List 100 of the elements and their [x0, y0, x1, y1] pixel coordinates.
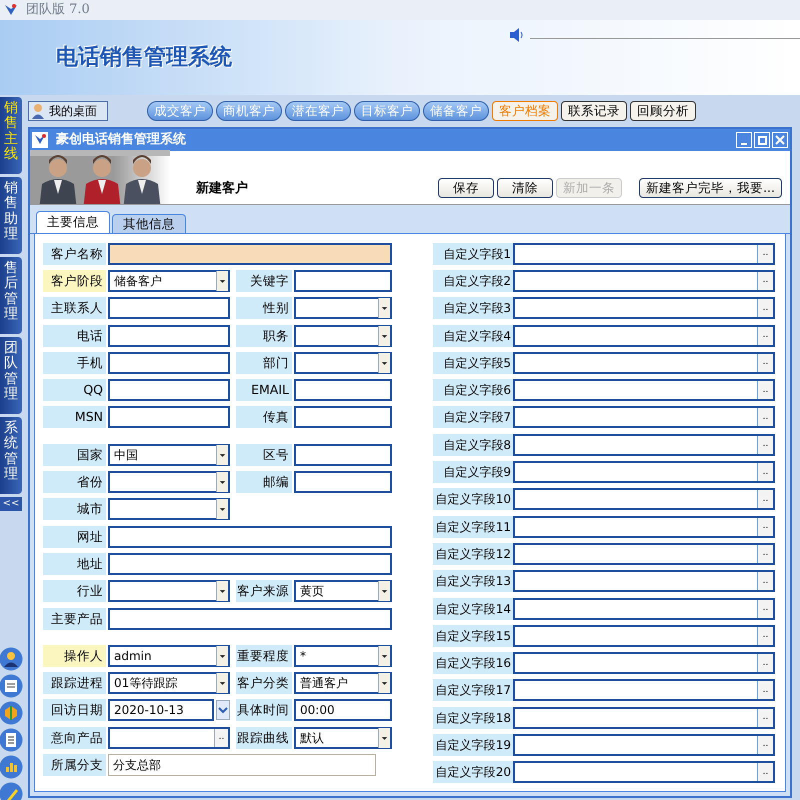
caret-icon[interactable] [216, 499, 228, 520]
document-icon[interactable] [0, 674, 23, 698]
browse-button[interactable]: .. [757, 626, 773, 645]
text-field[interactable]: .. [513, 461, 775, 484]
text-field[interactable]: .. [513, 624, 775, 647]
sidebar-tab[interactable]: 售后管理 [0, 257, 22, 334]
text-field[interactable]: .. [513, 406, 775, 428]
browse-button[interactable]: .. [757, 763, 773, 782]
browse-button[interactable]: .. [757, 381, 773, 400]
text-field[interactable]: .. [513, 488, 775, 510]
browse-button[interactable]: .. [757, 572, 773, 590]
browse-button[interactable]: .. [757, 681, 773, 700]
text-field[interactable]: .. [513, 270, 775, 292]
text-field[interactable]: .. [513, 706, 775, 729]
text-field[interactable]: .. [108, 726, 230, 749]
dropdown[interactable]: 储备客户 [108, 270, 230, 292]
browse-button[interactable]: .. [214, 728, 228, 747]
user-icon[interactable] [0, 647, 23, 671]
browse-button[interactable]: .. [757, 708, 773, 727]
dropdown[interactable]: 普通客户 [294, 672, 392, 694]
action-button[interactable]: 保存 [438, 178, 494, 198]
browse-button[interactable]: .. [757, 518, 773, 536]
text-field[interactable]: .. [513, 324, 775, 347]
text-field[interactable] [294, 471, 392, 494]
nav-tab[interactable]: 回顾分析 [630, 100, 696, 120]
dropdown[interactable]: * [294, 644, 392, 667]
caret-icon[interactable] [378, 581, 390, 602]
text-field[interactable] [108, 352, 230, 374]
text-field[interactable]: .. [513, 297, 775, 320]
text-field[interactable]: .. [513, 434, 775, 456]
text-field[interactable]: .. [513, 598, 775, 620]
dropdown[interactable] [294, 352, 392, 374]
date-field[interactable]: 2020-10-13 [108, 699, 214, 722]
text-field[interactable]: .. [513, 542, 775, 565]
calendar-dropdown-icon[interactable] [216, 700, 230, 720]
dropdown[interactable] [294, 297, 392, 320]
text-field[interactable]: .. [513, 734, 775, 756]
caret-icon[interactable] [378, 673, 390, 694]
browse-button[interactable]: .. [757, 490, 773, 508]
browse-button[interactable]: .. [757, 463, 773, 482]
text-field[interactable] [108, 379, 230, 402]
sidebar-tab[interactable]: 销售助理 [0, 177, 22, 254]
text-field[interactable] [108, 406, 230, 428]
text-field[interactable] [294, 406, 392, 428]
sidebar-tab[interactable]: 销售主线 [0, 97, 22, 174]
text-field[interactable]: .. [513, 679, 775, 702]
form-tab[interactable]: 主要信息 [36, 211, 110, 233]
text-field[interactable] [294, 444, 392, 466]
sidebar-tab[interactable]: 团队管理 [0, 337, 22, 414]
text-field[interactable] [108, 526, 392, 548]
action-button[interactable]: 新建客户完毕，我要... [639, 178, 782, 198]
browse-button[interactable]: .. [757, 736, 773, 754]
dropdown[interactable]: 默认 [294, 726, 392, 749]
sidebar-tab[interactable]: 系统管理 [0, 417, 22, 494]
nav-tab[interactable]: 联系记录 [561, 100, 627, 120]
browse-button[interactable]: .. [757, 600, 773, 618]
browse-button[interactable]: .. [757, 654, 773, 672]
browse-button[interactable]: .. [757, 544, 773, 563]
text-field[interactable]: .. [513, 516, 775, 538]
dropdown[interactable] [108, 471, 230, 494]
dropdown[interactable]: 黄页 [294, 580, 392, 602]
text-field[interactable] [294, 379, 392, 402]
caret-icon[interactable] [378, 646, 390, 666]
text-field[interactable]: .. [513, 379, 775, 402]
caret-icon[interactable] [216, 673, 228, 694]
text-field[interactable]: .. [513, 761, 775, 784]
browse-button[interactable]: .. [757, 299, 773, 318]
maximize-button[interactable] [754, 132, 770, 148]
text-field[interactable] [108, 552, 392, 575]
caret-icon[interactable] [216, 472, 228, 492]
browse-button[interactable]: .. [757, 436, 773, 454]
caret-icon[interactable] [378, 728, 390, 748]
collapse-button[interactable]: << [0, 497, 22, 511]
browse-button[interactable]: .. [757, 408, 773, 426]
caret-icon[interactable] [216, 444, 228, 465]
text-field[interactable] [108, 297, 230, 320]
text-field[interactable]: .. [513, 570, 775, 592]
dropdown[interactable] [294, 324, 392, 347]
close-button[interactable] [772, 132, 788, 148]
form-tab[interactable]: 其他信息 [112, 214, 186, 233]
text-field[interactable]: .. [513, 652, 775, 674]
text-field[interactable]: .. [513, 352, 775, 374]
caret-icon[interactable] [378, 298, 390, 318]
text-field[interactable]: 00:00 [294, 699, 392, 722]
browse-button[interactable]: .. [757, 244, 773, 263]
text-field[interactable]: .. [513, 242, 775, 265]
dropdown[interactable]: 01等待跟踪 [108, 672, 230, 694]
dropdown[interactable]: admin [108, 644, 230, 667]
dropdown[interactable] [108, 580, 230, 602]
text-field[interactable] [108, 242, 392, 265]
dropdown[interactable] [108, 498, 230, 520]
browse-button[interactable]: .. [757, 326, 773, 345]
browse-button[interactable]: .. [757, 354, 773, 372]
text-field[interactable] [108, 608, 392, 630]
caret-icon[interactable] [216, 270, 228, 291]
caret-icon[interactable] [378, 352, 390, 373]
browse-button[interactable]: .. [757, 272, 773, 290]
action-button[interactable]: 清除 [497, 178, 554, 198]
caret-icon[interactable] [216, 646, 228, 666]
text-field[interactable] [108, 324, 230, 347]
